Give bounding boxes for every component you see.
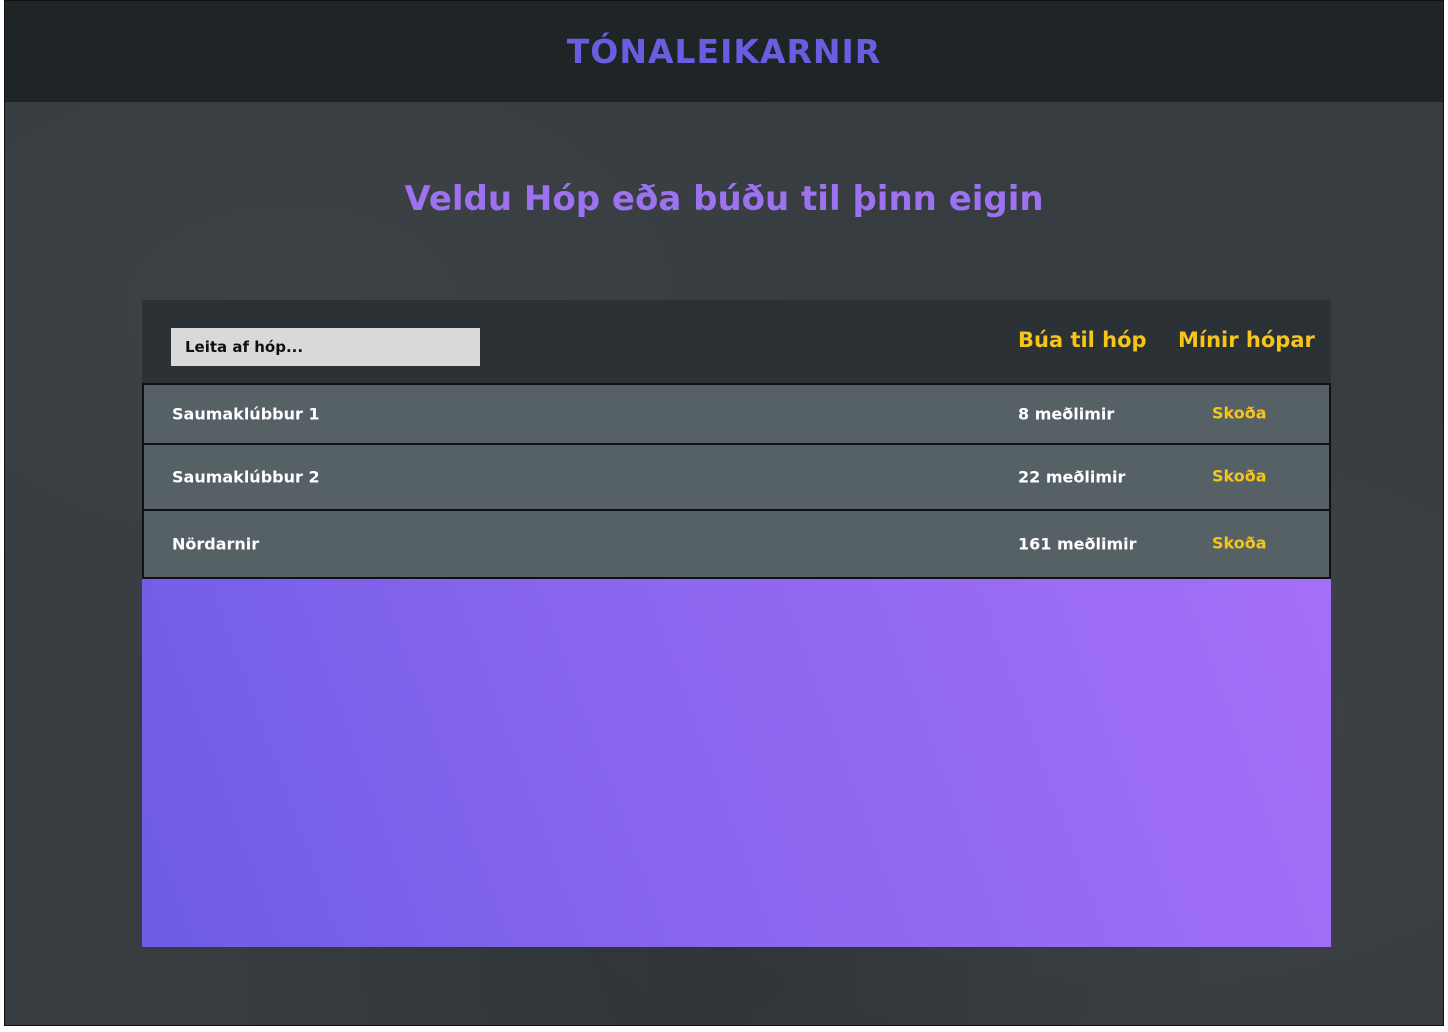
app-window: TÓNALEIKARNIR Veldu Hóp eða búðu til þin… xyxy=(4,0,1444,1026)
group-name: Saumaklúbbur 1 xyxy=(172,404,320,424)
group-toolbar: Búa til hóp Mínir hópar xyxy=(142,300,1331,384)
my-groups-link[interactable]: Mínir hópar xyxy=(1178,328,1315,352)
group-row: Saumaklúbbur 2 22 meðlimir Skoða xyxy=(142,445,1331,511)
group-search-input[interactable] xyxy=(171,328,480,366)
group-list: Saumaklúbbur 1 8 meðlimir Skoða Saumaklú… xyxy=(142,383,1331,579)
view-group-link[interactable]: Skoða xyxy=(1212,534,1267,553)
group-row: Nördarnir 161 meðlimir Skoða xyxy=(142,511,1331,579)
gradient-banner xyxy=(142,579,1331,947)
top-bar: TÓNALEIKARNIR xyxy=(5,1,1443,102)
group-member-count: 161 meðlimir xyxy=(1018,534,1137,554)
group-panel: Búa til hóp Mínir hópar Saumaklúbbur 1 8… xyxy=(142,300,1331,947)
page-headline: Veldu Hóp eða búðu til þinn eigin xyxy=(404,179,1044,219)
group-row: Saumaklúbbur 1 8 meðlimir Skoða xyxy=(142,383,1331,445)
group-name: Nördarnir xyxy=(172,534,260,554)
create-group-link[interactable]: Búa til hóp xyxy=(1018,328,1147,352)
brand-title[interactable]: TÓNALEIKARNIR xyxy=(567,32,881,71)
view-group-link[interactable]: Skoða xyxy=(1212,404,1267,423)
group-member-count: 8 meðlimir xyxy=(1018,404,1115,424)
group-member-count: 22 meðlimir xyxy=(1018,467,1126,487)
view-group-link[interactable]: Skoða xyxy=(1212,467,1267,486)
group-name: Saumaklúbbur 2 xyxy=(172,467,320,487)
